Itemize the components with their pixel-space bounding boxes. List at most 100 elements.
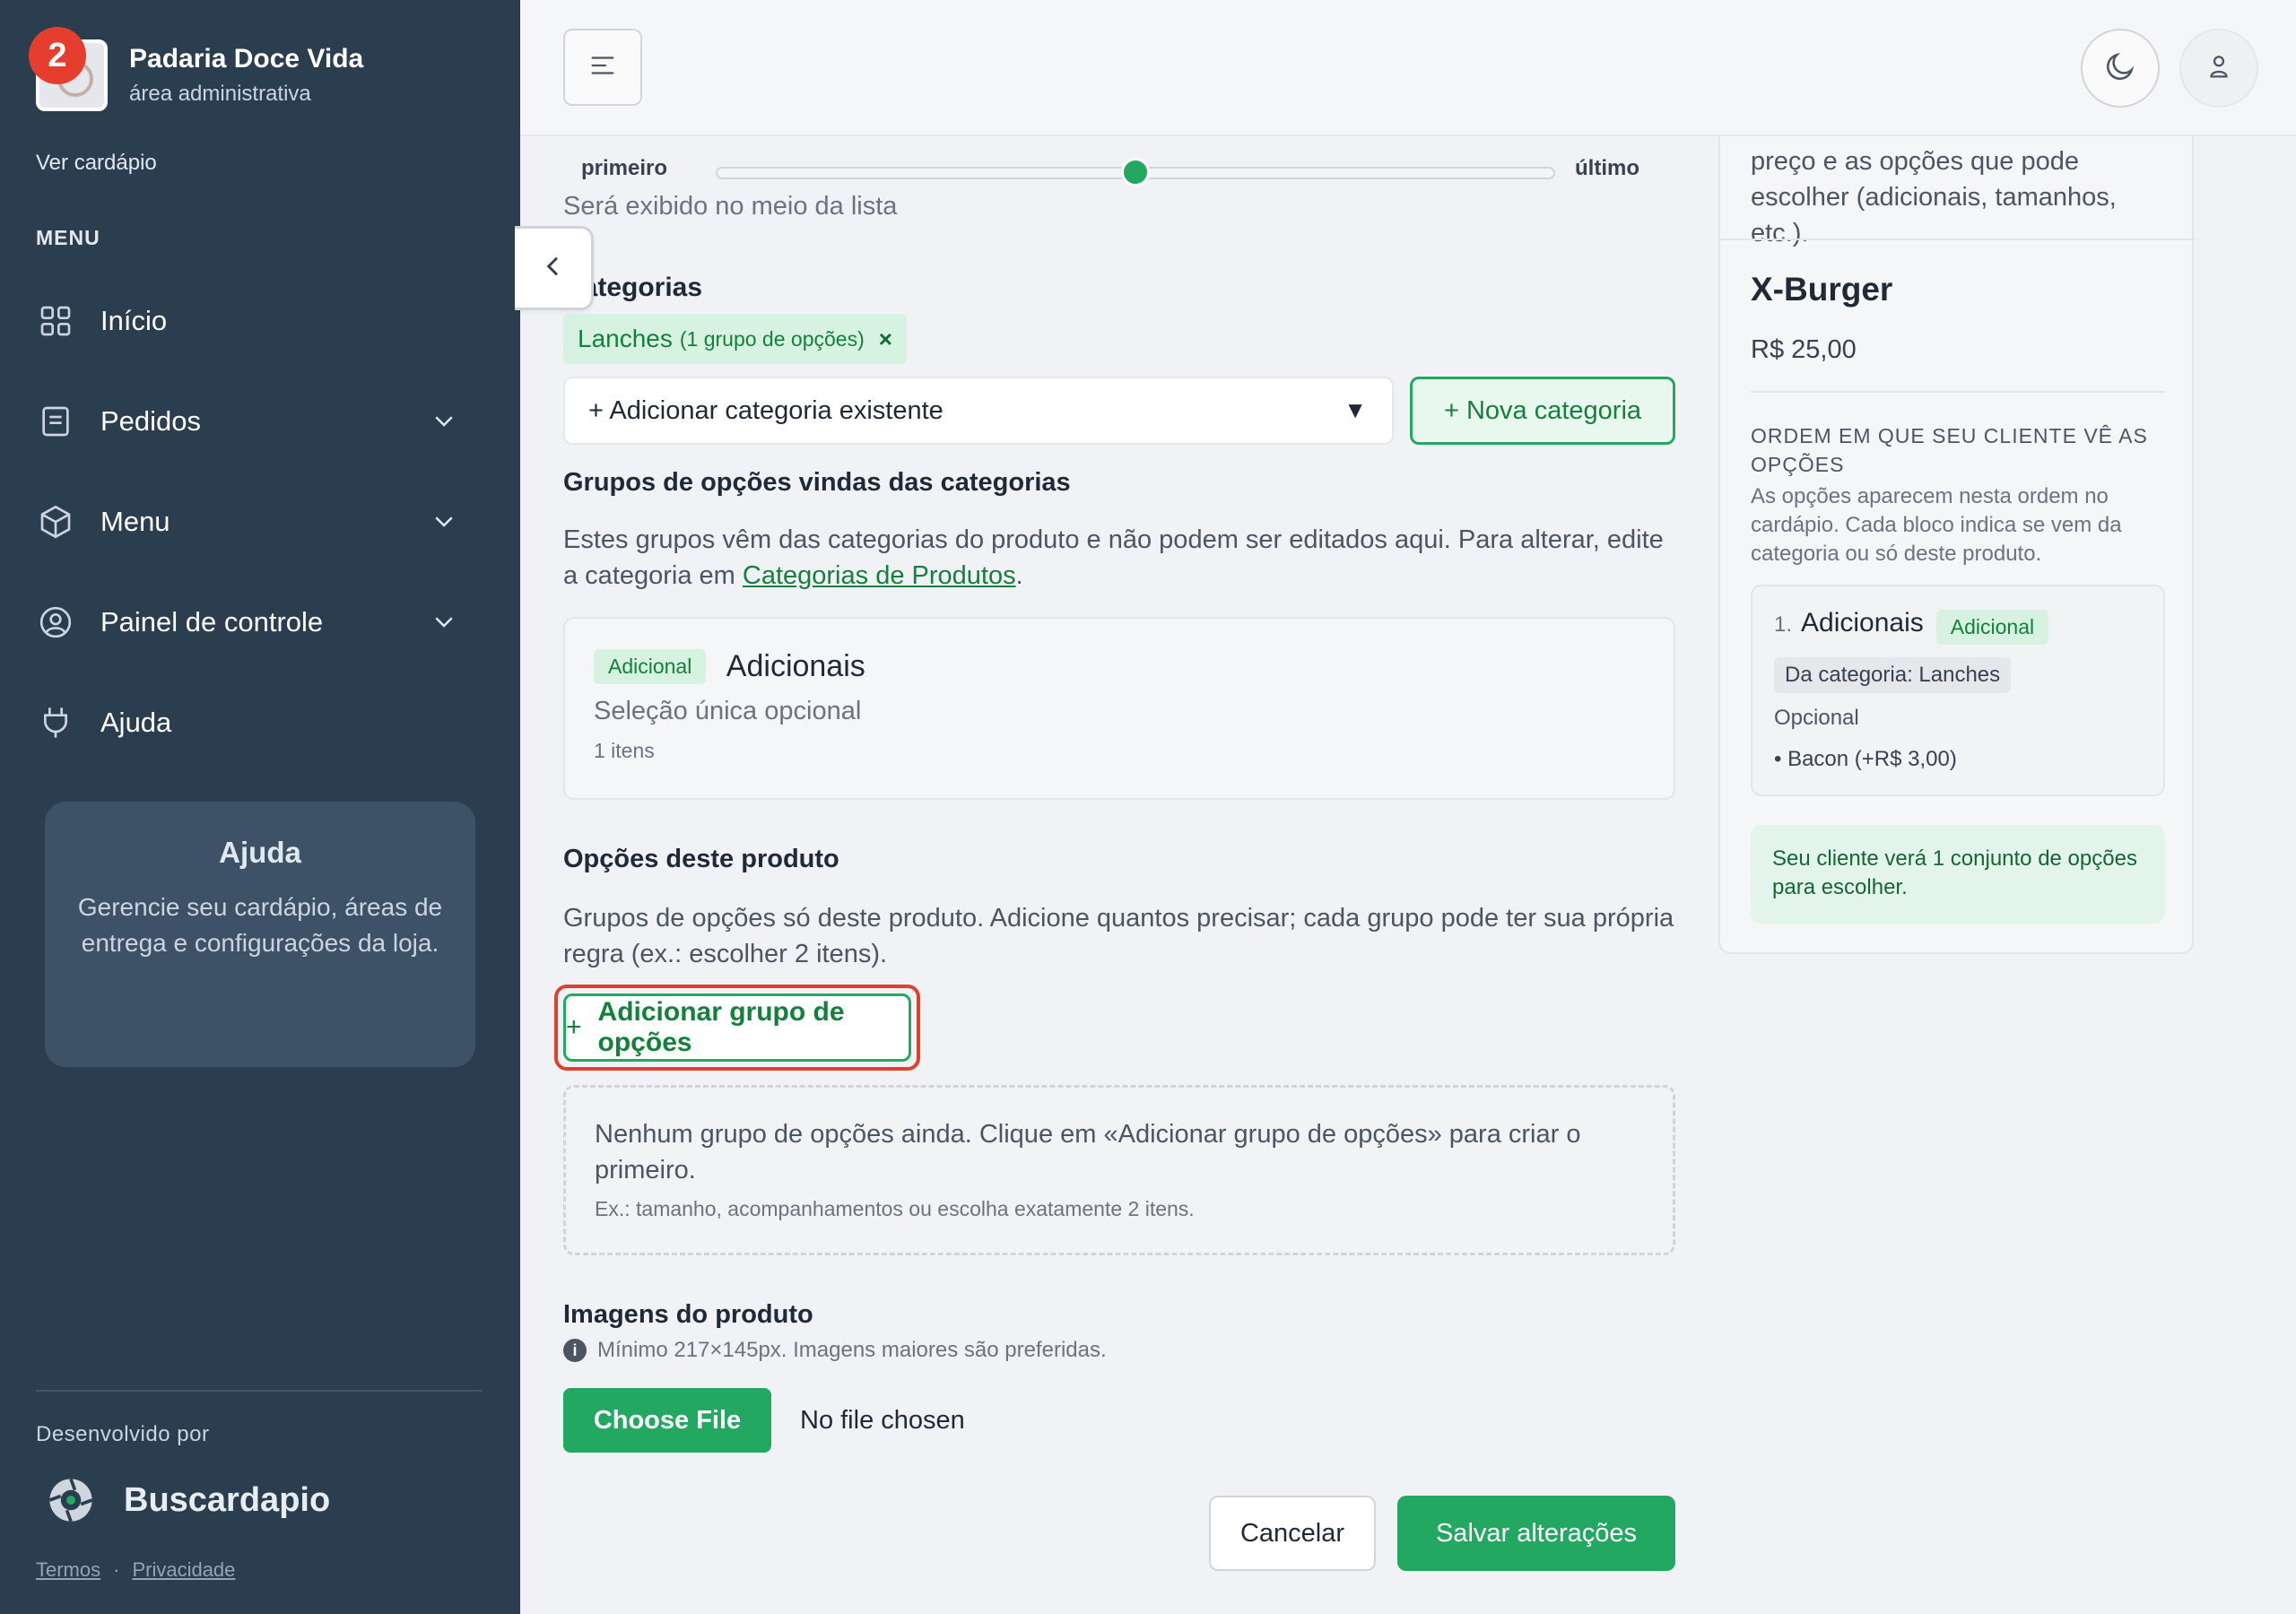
menu-section-label: MENU [36, 226, 100, 249]
privacy-link[interactable]: Privacidade [132, 1558, 235, 1581]
add-option-group-label: Adicionar grupo de opções [597, 997, 845, 1057]
sidebar-item-label: Menu [100, 506, 170, 537]
select-value: + Adicionar categoria existente [588, 395, 944, 425]
preview-option-name: Adicionais [1801, 608, 1924, 638]
category-chip: Lanches (1 grupo de opções) × [563, 314, 907, 364]
period: . [1015, 561, 1023, 590]
view-menu-link[interactable]: Ver cardápio [36, 151, 157, 176]
menu-toggle-button[interactable] [563, 29, 642, 106]
sidebar-item-label: Pedidos [100, 405, 202, 437]
category-groups-description: Estes grupos vêm das categorias do produ… [563, 522, 1675, 594]
sidebar-item-label: Ajuda [100, 707, 172, 738]
product-options-description: Grupos de opções só deste produto. Adici… [563, 904, 1674, 968]
sidebar-item-painel[interactable]: Painel de controle [36, 572, 484, 672]
preview-divider [1751, 391, 2165, 393]
category-groups-heading: Grupos de opções vindas das categorias [563, 468, 1071, 497]
plug-icon [36, 703, 75, 742]
product-categories-link[interactable]: Categorias de Produtos [743, 561, 1016, 590]
preview-intro: preço e as opções que pode escolher (adi… [1751, 147, 2117, 247]
help-card-title: Ajuda [219, 836, 301, 869]
footer-links: Termos · Privacidade [36, 1558, 235, 1582]
terms-link[interactable]: Termos [36, 1558, 100, 1581]
new-category-button[interactable]: + Nova categoria [1410, 377, 1675, 445]
footer-separator: · [113, 1558, 120, 1581]
plus-icon: + [566, 1012, 582, 1042]
product-preview-panel: preço e as opções que pode escolher (adi… [1718, 136, 2196, 954]
grid-icon [36, 301, 75, 341]
group-item-count: 1 itens [594, 739, 655, 762]
sidebar-item-ajuda[interactable]: Ajuda [36, 672, 484, 773]
help-card: Ajuda Gerencie seu cardápio, áreas de en… [45, 802, 475, 1067]
hamburger-icon [587, 50, 618, 85]
category-chip-name: Lanches [578, 325, 673, 352]
notification-badge[interactable]: 2 [29, 27, 86, 84]
collapse-preview-button[interactable] [515, 226, 594, 310]
topbar [520, 0, 2296, 136]
box-icon [36, 502, 75, 542]
store-name: Padaria Doce Vida [129, 44, 364, 74]
category-option-group-card: Adicional Adicionais Seleção única opcio… [563, 617, 1675, 800]
receipt-icon [36, 402, 75, 441]
sidebar-item-inicio[interactable]: Início [36, 271, 484, 371]
product-options-heading: Opções deste produto [563, 845, 839, 873]
buscardapio-logo-icon [47, 1476, 95, 1524]
store-subtitle: área administrativa [129, 82, 311, 106]
preview-option-source: Da categoria: Lanches [1774, 657, 2012, 694]
help-card-text: Gerencie seu cardápio, áreas de entrega … [77, 893, 443, 957]
cancel-button[interactable]: Cancelar [1209, 1496, 1376, 1571]
position-slider[interactable]: primeiro último [581, 145, 1639, 187]
chevron-down-icon[interactable] [430, 508, 457, 542]
slider-max-label: último [1575, 156, 1639, 180]
product-form: primeiro último Será exibido no meio da … [515, 136, 1704, 1614]
dropdown-arrow-icon: ▼ [1344, 396, 1367, 423]
group-type-badge: Adicional [594, 649, 707, 684]
preview-product-name: X-Burger [1751, 271, 1893, 308]
dark-mode-button[interactable] [2081, 29, 2160, 108]
user-circle-icon [36, 603, 75, 642]
remove-category-button[interactable]: × [879, 325, 892, 353]
product-images-label: Imagens do produto [563, 1300, 813, 1329]
preview-option-rule: Opcional [1774, 706, 1859, 731]
slider-helper-text: Será exibido no meio da lista [563, 192, 898, 221]
moon-icon [2103, 49, 2137, 88]
chevron-down-icon[interactable] [430, 407, 457, 441]
user-menu-button[interactable] [2179, 29, 2258, 108]
developer-name: Buscardapio [124, 1480, 331, 1519]
preview-order-description: As opções aparecem nesta ordem no cardáp… [1751, 484, 2122, 566]
file-status: No file chosen [800, 1406, 965, 1435]
sidebar-item-label: Início [100, 305, 168, 336]
save-button[interactable]: Salvar alterações [1397, 1496, 1675, 1571]
choose-file-button[interactable]: Choose File [563, 1388, 771, 1453]
preview-option-badge: Adicional [1935, 610, 2049, 646]
empty-groups-example: Ex.: tamanho, acompanhamentos ou escolha… [595, 1197, 1195, 1220]
preview-option-number: 1. [1774, 612, 1793, 637]
sidebar-item-pedidos[interactable]: Pedidos [36, 371, 484, 472]
chevron-down-icon[interactable] [430, 608, 457, 642]
category-chip-detail: (1 grupo de opções) [679, 326, 865, 351]
empty-groups-text: Nenhum grupo de opções ainda. Clique em … [595, 1120, 1581, 1184]
info-icon: i [563, 1339, 587, 1362]
user-icon [2204, 51, 2234, 86]
sidebar-nav: Início Pedidos Menu Painel de controle A… [36, 271, 484, 773]
sidebar-item-menu[interactable]: Menu [36, 472, 484, 572]
add-existing-category-select[interactable]: + Adicionar categoria existente ▼ [563, 377, 1394, 445]
preview-divider [1720, 239, 2196, 240]
preview-option-item: • Bacon (+R$ 3,00) [1774, 747, 1957, 772]
brand[interactable]: 2 Padaria Doce Vida área administrativa [29, 27, 364, 111]
group-rule: Seleção única opcional [594, 697, 862, 725]
empty-groups-placeholder: Nenhum grupo de opções ainda. Clique em … [563, 1085, 1675, 1255]
slider-thumb[interactable] [1121, 158, 1150, 187]
sidebar: 2 Padaria Doce Vida área administrativa … [0, 0, 520, 1614]
preview-product-price: R$ 25,00 [1751, 335, 1857, 364]
sidebar-item-label: Painel de controle [100, 606, 324, 638]
image-hint-text: Mínimo 217×145px. Imagens maiores são pr… [597, 1338, 1107, 1362]
preview-option-block: 1. Adicionais Adicional Da categoria: Lanc… [1751, 585, 2165, 796]
preview-summary: Seu cliente verá 1 conjunto de opções pa… [1751, 825, 2165, 924]
chevron-left-icon [539, 252, 568, 285]
slider-min-label: primeiro [581, 156, 668, 180]
add-option-group-button[interactable]: + Adicionar grupo de opções [563, 994, 911, 1062]
image-hint: i Mínimo 217×145px. Imagens maiores são … [563, 1338, 1107, 1363]
sidebar-divider [36, 1390, 483, 1392]
preview-order-title: ORDEM EM QUE SEU CLIENTE VÊ AS OPÇÕES [1751, 424, 2148, 476]
developer-brand[interactable]: Buscardapio [47, 1476, 330, 1524]
